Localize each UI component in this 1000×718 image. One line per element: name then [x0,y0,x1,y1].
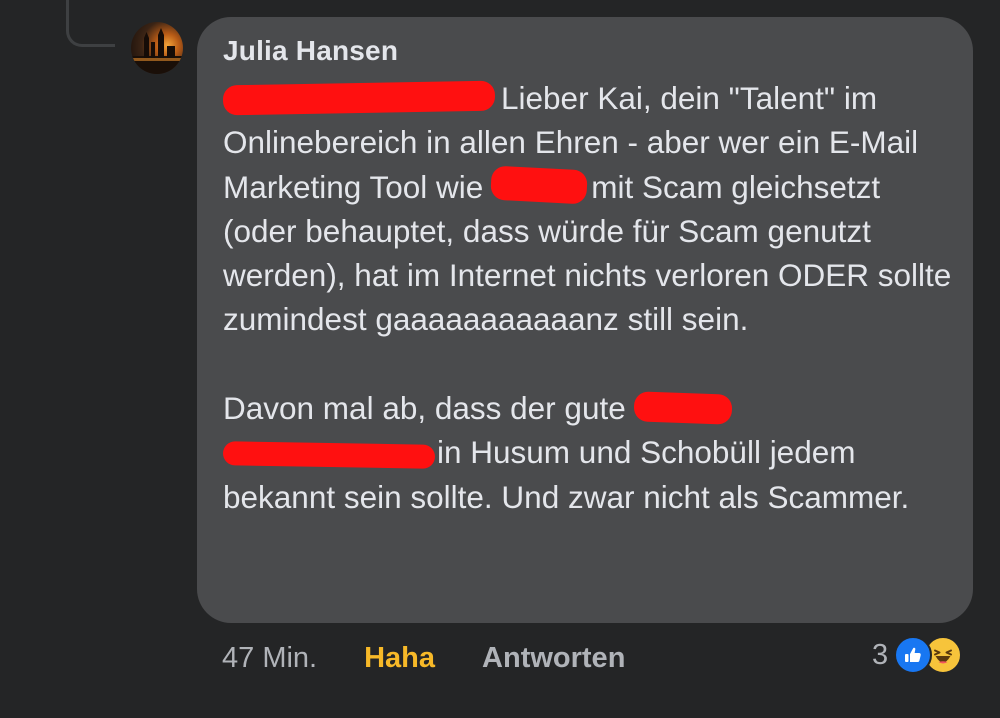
comment-thread: Julia Hansen Lieber Kai, dein "Talent" i… [0,0,1000,718]
comment-paragraph: Lieber Kai, dein "Talent" im Onlineberei… [222,76,953,342]
redaction-mark [490,165,589,205]
comment-paragraph: Davon mal ab, dass der gute in Husum und … [222,386,953,519]
reply-button[interactable]: Antworten [482,642,625,675]
comment-body: Lieber Kai, dein "Talent" im Onlineberei… [222,76,953,519]
avatar-photo-icon [131,28,183,74]
comment-bubble: Julia Hansen Lieber Kai, dein "Talent" i… [197,17,973,623]
redaction-mark [222,80,496,116]
redaction-mark [222,441,436,470]
reaction-count: 3 [872,638,889,671]
reaction-button[interactable]: Haha [364,642,435,675]
like-icon [894,636,933,674]
comment-actions: 47 Min. Haha Antworten [222,638,625,678]
comment-timestamp[interactable]: 47 Min. [222,642,317,675]
comment-author[interactable]: Julia Hansen [223,35,398,67]
redaction-mark [633,391,733,425]
avatar[interactable] [131,22,183,74]
reaction-summary[interactable]: 3 [872,634,963,676]
comment-text-segment: Davon mal ab, dass der gute [223,390,626,427]
thread-connector-line [66,0,115,47]
